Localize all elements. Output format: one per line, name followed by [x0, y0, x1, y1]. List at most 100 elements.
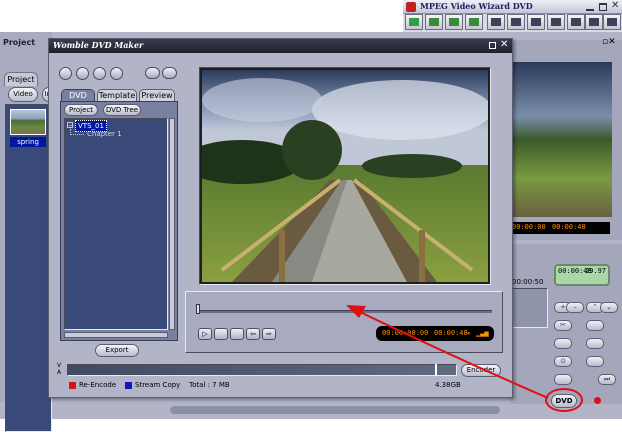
tree-expand-icon[interactable]: −: [67, 122, 73, 129]
disc-capacity: 4.38GB: [435, 381, 461, 389]
keyboard-icon[interactable]: [487, 14, 505, 30]
convert-icon[interactable]: [567, 14, 585, 30]
tree-hscrollbar[interactable]: [64, 332, 168, 338]
video-preview-image: [202, 70, 488, 282]
prev-frame-button[interactable]: ⇦: [246, 328, 260, 340]
dvd-maker-restore-icon[interactable]: [489, 42, 496, 49]
main-scrollbar[interactable]: [170, 406, 500, 414]
clip-thumbnail[interactable]: [10, 109, 46, 135]
encoder-button[interactable]: Encoder: [461, 364, 501, 377]
export-button[interactable]: Export: [95, 344, 139, 357]
play-button[interactable]: ▷: [198, 328, 212, 340]
ctrl-button-3[interactable]: [554, 338, 572, 349]
timecode-total: 00:00:48: [434, 329, 468, 337]
dvd-tree-button[interactable]: DVD Tree: [103, 104, 141, 116]
save-icon[interactable]: [425, 14, 443, 30]
cut-button[interactable]: ✂: [554, 320, 572, 331]
timeline-track: [512, 288, 548, 328]
ctrl-button-2[interactable]: [586, 320, 604, 331]
dvd-redo-icon[interactable]: [162, 67, 177, 79]
dvd-tree-view: − VTS_01 Chapter 1: [64, 118, 168, 330]
va-label-v: V: [57, 362, 62, 369]
main-time-current: 00:00:00: [512, 223, 546, 231]
video-filter-button[interactable]: Video: [8, 87, 38, 102]
tools-icon[interactable]: [585, 14, 603, 30]
ctrl-button-6[interactable]: [586, 356, 604, 367]
dvd-burn-icon[interactable]: [110, 67, 123, 80]
export-icon[interactable]: [465, 14, 483, 30]
main-timecode-display: 00:00:00 00:00:48: [510, 222, 610, 234]
dvd-maker-close-icon[interactable]: ✕: [500, 39, 508, 50]
main-titlebar: MPEG Video Wizard DVD ✕: [403, 0, 622, 14]
reencode-label: Re-Encode: [79, 381, 117, 389]
dvd-maker-window: Womble DVD Maker ✕ DVD Template Preview …: [48, 38, 513, 398]
tree-scrollbar[interactable]: [169, 118, 175, 330]
film-icon[interactable]: [507, 14, 525, 30]
minus-button[interactable]: –: [566, 302, 584, 313]
down-button[interactable]: ⌄: [600, 302, 618, 313]
volume-icon: ◂: [466, 329, 471, 337]
tab-dvd[interactable]: DVD: [61, 89, 95, 101]
control-panel: 00:00:50 00:00:48 29.97 + – ⌃ ⌄ ✂ ⊙ ⏭: [510, 244, 622, 404]
volume-level-icon: ▁▃▅: [476, 329, 489, 337]
ctrl-button-5[interactable]: ⊙: [554, 356, 572, 367]
main-preview-video: [512, 62, 612, 217]
capacity-bar: [67, 364, 457, 376]
timecode-current: 00:00:00:00: [382, 329, 429, 337]
va-label: V A: [57, 362, 61, 376]
stop-button[interactable]: [214, 328, 228, 340]
green-lcd: 00:00:48 29.97: [554, 264, 610, 286]
seek-bar[interactable]: [196, 310, 492, 313]
pause-button[interactable]: [230, 328, 244, 340]
dvd-open-icon[interactable]: [76, 67, 89, 80]
total-size: Total : 7 MB: [189, 381, 230, 389]
app-logo-icon: [406, 2, 416, 12]
va-label-a: A: [57, 369, 62, 376]
panel-close-icon[interactable]: ▫✕: [602, 37, 616, 47]
reencode-swatch: [69, 382, 76, 389]
minimize-icon[interactable]: [586, 3, 594, 11]
clip-label: spring: [10, 137, 46, 147]
ctrl-button-4[interactable]: [586, 338, 604, 349]
app-title: MPEG Video Wizard DVD: [420, 1, 533, 11]
tab-template[interactable]: Template: [97, 89, 137, 101]
close-icon[interactable]: ✕: [611, 0, 619, 11]
project-panel-title: Project: [3, 38, 36, 47]
skip-end-button[interactable]: ⏭: [598, 374, 616, 385]
transport-panel: ▷ ⇦ ⇨ 00:00:00:00 00:00:48 ◂ ▁▃▅: [185, 291, 503, 353]
timeline-ruler: 00:00:50: [512, 278, 544, 286]
open-icon[interactable]: [405, 14, 423, 30]
main-toolbar: [403, 14, 622, 32]
streamcopy-label: Stream Copy: [135, 381, 181, 389]
tab-preview[interactable]: Preview: [139, 89, 175, 101]
main-time-total: 00:00:48: [552, 223, 586, 231]
streamcopy-swatch: [125, 382, 132, 389]
dvd-undo-icon[interactable]: [145, 67, 160, 79]
project-button[interactable]: Project: [64, 104, 98, 116]
project-panel: Project Project Video Im spring: [0, 32, 56, 432]
tree-connector: [70, 129, 84, 135]
dvd-maker-titlebar: Womble DVD Maker ✕: [49, 39, 512, 53]
next-frame-button[interactable]: ⇨: [262, 328, 276, 340]
lcd-fps: 29.97: [584, 267, 606, 275]
main-preview-panel: ▫✕ 00:00:00 00:00:48: [510, 37, 622, 240]
dvd-save-icon[interactable]: [93, 67, 106, 80]
seek-thumb[interactable]: [196, 304, 200, 314]
dvd-new-icon[interactable]: [59, 67, 72, 80]
ctrl-button-7[interactable]: [554, 374, 572, 385]
tree-item-chapter1[interactable]: Chapter 1: [87, 130, 122, 138]
project-tab[interactable]: Project: [4, 72, 38, 86]
dvd-icon[interactable]: [547, 14, 565, 30]
capacity-marker: [435, 364, 437, 376]
record-icon[interactable]: [594, 397, 601, 404]
video-preview-frame: [199, 67, 491, 285]
import-icon[interactable]: [445, 14, 463, 30]
media-list: [5, 104, 52, 432]
dvd-maker-title: Womble DVD Maker: [53, 40, 144, 50]
dvd-left-pane: Project DVD Tree − VTS_01 Chapter 1: [60, 101, 178, 341]
maximize-icon[interactable]: [599, 3, 607, 11]
exit-icon[interactable]: [603, 14, 621, 30]
timecode-display: 00:00:00:00 00:00:48 ◂ ▁▃▅: [376, 326, 494, 341]
dvd-highlight-circle: [545, 388, 583, 412]
cut-icon[interactable]: [527, 14, 545, 30]
